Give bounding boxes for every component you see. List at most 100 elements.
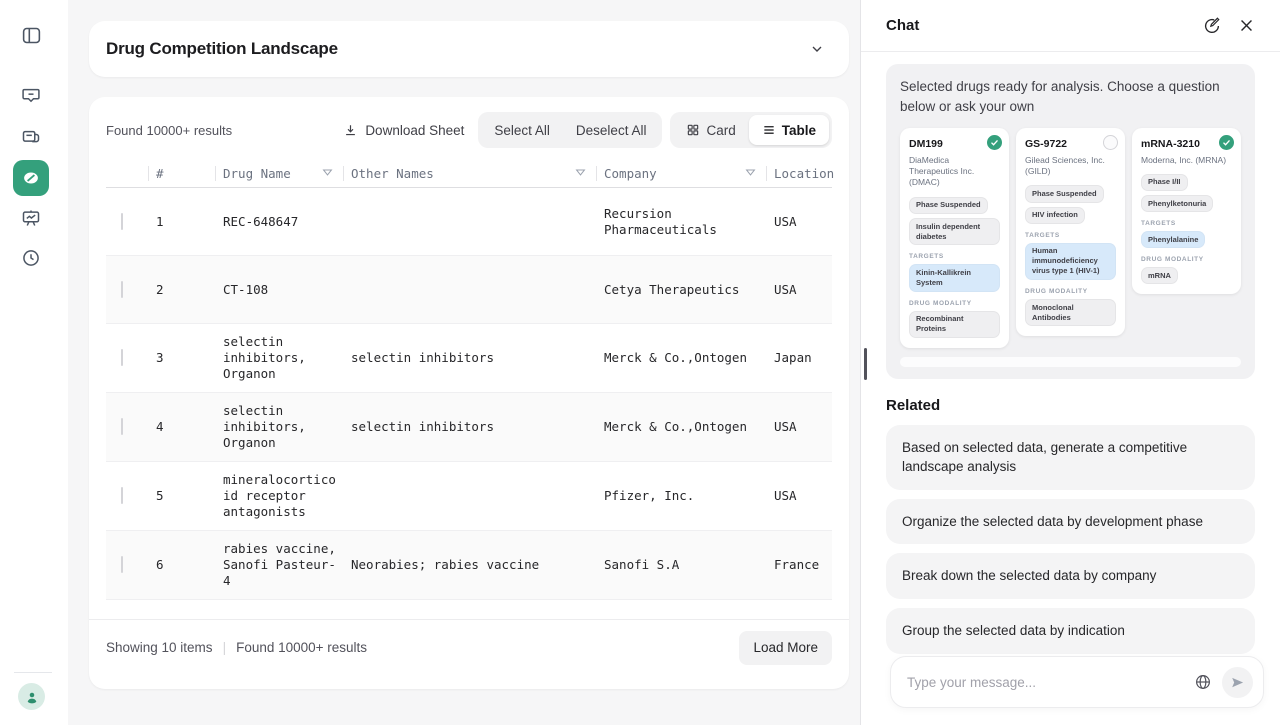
history-nav-button[interactable] bbox=[13, 240, 49, 276]
badge-pill: Recombinant Proteins bbox=[909, 311, 1000, 338]
download-icon bbox=[343, 123, 358, 138]
load-more-button[interactable]: Load More bbox=[739, 631, 832, 665]
send-button[interactable] bbox=[1222, 667, 1253, 698]
row-number-cell: 6 bbox=[148, 547, 215, 583]
drug-card-checkbox[interactable] bbox=[987, 135, 1002, 150]
filter-icon[interactable] bbox=[322, 168, 333, 179]
column-header-location: Location bbox=[766, 160, 832, 187]
suggestions-list: Based on selected data, generate a compe… bbox=[886, 425, 1255, 654]
page-title: Drug Competition Landscape bbox=[106, 39, 338, 59]
other-names-cell bbox=[343, 280, 596, 300]
row-checkbox[interactable] bbox=[121, 349, 123, 366]
table-footer: Showing 10 items | Found 10000+ results … bbox=[89, 619, 849, 689]
showing-count: Showing 10 items bbox=[106, 640, 213, 655]
sidebar-toggle-button[interactable] bbox=[13, 17, 49, 53]
target-pill: Phenylalanine bbox=[1141, 231, 1205, 248]
suggested-question[interactable]: Based on selected data, generate a compe… bbox=[886, 425, 1255, 490]
selection-controls: Select All Deselect All bbox=[478, 112, 662, 148]
table-row: 3 selectin inhibitors, Organon selectin … bbox=[106, 324, 832, 393]
drug-card-targets: Human immunodeficiency virus type 1 (HIV… bbox=[1025, 243, 1116, 280]
drug-card-company: DiaMedica Therapeutics Inc. (DMAC) bbox=[909, 155, 1000, 189]
column-header-number: # bbox=[148, 160, 215, 187]
drug-card-targets: Kinin-Kallikrein System bbox=[909, 264, 1000, 291]
deselect-all-button[interactable]: Deselect All bbox=[563, 115, 660, 145]
other-names-cell: Neorabies; rabies vaccine bbox=[343, 547, 596, 583]
new-chat-icon[interactable] bbox=[1203, 17, 1221, 35]
filter-icon[interactable] bbox=[575, 168, 586, 179]
drug-card[interactable]: mRNA-3210 Moderna, Inc. (MRNA) Phase I/I… bbox=[1132, 128, 1241, 295]
other-names-cell: selectin inhibitors bbox=[343, 340, 596, 376]
drugs-nav-button-active[interactable] bbox=[13, 160, 49, 196]
row-number-cell: 3 bbox=[148, 340, 215, 376]
chat-bubble-icon bbox=[21, 85, 41, 105]
card-view-button[interactable]: Card bbox=[673, 115, 748, 145]
presentation-nav-button[interactable] bbox=[13, 200, 49, 236]
drug-cards-row: DM199 DiaMedica Therapeutics Inc. (DMAC)… bbox=[900, 128, 1241, 348]
table-view-button[interactable]: Table bbox=[749, 115, 829, 145]
location-cell: USA bbox=[766, 478, 832, 514]
user-avatar[interactable] bbox=[18, 683, 45, 710]
row-checkbox[interactable] bbox=[121, 213, 123, 230]
drug-name-cell: selectin inhibitors, Organon bbox=[215, 393, 343, 461]
chat-nav-button[interactable] bbox=[13, 77, 49, 113]
left-sidebar bbox=[0, 0, 68, 725]
drug-name-cell: REC-648647 bbox=[215, 204, 343, 240]
row-number-cell: 2 bbox=[148, 272, 215, 308]
grid-icon bbox=[686, 123, 700, 137]
suggested-question[interactable]: Group the selected data by indication bbox=[886, 608, 1255, 654]
row-checkbox-cell bbox=[106, 204, 148, 240]
chat-message-input[interactable] bbox=[907, 675, 1194, 690]
chat-title: Chat bbox=[886, 17, 919, 34]
company-cell: Sanofi S.A bbox=[596, 547, 766, 583]
badge-pill: Phase Suspended bbox=[1025, 185, 1104, 202]
column-header-other-names: Other Names bbox=[343, 160, 596, 187]
drug-card-checkbox[interactable] bbox=[1219, 135, 1234, 150]
target-pill: Human immunodeficiency virus type 1 (HIV… bbox=[1025, 243, 1116, 280]
drug-card-badges: Phase SuspendedHIV infection bbox=[1025, 185, 1116, 223]
badge-pill: Phase Suspended bbox=[909, 197, 988, 214]
targets-label: TARGETS bbox=[1141, 220, 1232, 227]
news-nav-button[interactable] bbox=[13, 119, 49, 155]
close-icon[interactable] bbox=[1238, 17, 1255, 34]
company-cell: Recursion Pharmaceuticals bbox=[596, 196, 766, 248]
row-checkbox[interactable] bbox=[121, 556, 123, 573]
globe-icon[interactable] bbox=[1194, 673, 1212, 691]
row-checkbox[interactable] bbox=[121, 418, 123, 435]
related-section-title: Related bbox=[886, 397, 1255, 414]
row-checkbox-cell bbox=[106, 478, 148, 514]
table-body: 1 REC-648647 Recursion Pharmaceuticals U… bbox=[106, 188, 832, 600]
location-cell: USA bbox=[766, 204, 832, 240]
collapse-chevron-icon[interactable] bbox=[809, 41, 825, 57]
drug-card[interactable]: GS-9722 Gilead Sciences, Inc. (GILD) Pha… bbox=[1016, 128, 1125, 337]
assistant-message-text: Selected drugs ready for analysis. Choos… bbox=[900, 77, 1241, 118]
modality-label: DRUG MODALITY bbox=[909, 300, 1000, 307]
table-row: 4 selectin inhibitors, Organon selectin … bbox=[106, 393, 832, 462]
presentation-icon bbox=[21, 208, 41, 228]
table-toolbar: Found 10000+ results Download Sheet Sele… bbox=[106, 112, 832, 148]
sidebar-divider bbox=[14, 672, 52, 673]
download-sheet-button[interactable]: Download Sheet bbox=[337, 123, 470, 138]
drug-card-checkbox[interactable] bbox=[1103, 135, 1118, 150]
row-checkbox[interactable] bbox=[121, 281, 123, 298]
drug-card-modality: Recombinant Proteins bbox=[909, 311, 1000, 338]
location-cell: USA bbox=[766, 409, 832, 445]
assistant-message-bubble: Selected drugs ready for analysis. Choos… bbox=[886, 64, 1255, 379]
suggested-question[interactable]: Break down the selected data by company bbox=[886, 553, 1255, 599]
drug-card-badges: Phase I/IIPhenylketonuria bbox=[1141, 174, 1232, 212]
row-checkbox[interactable] bbox=[121, 487, 123, 504]
view-toggle: Card Table bbox=[670, 112, 832, 148]
company-cell: Pfizer, Inc. bbox=[596, 478, 766, 514]
send-icon bbox=[1230, 675, 1245, 690]
select-all-button[interactable]: Select All bbox=[481, 115, 563, 145]
column-header-company: Company bbox=[596, 160, 766, 187]
filter-icon[interactable] bbox=[745, 168, 756, 179]
chat-scrollbar-thumb[interactable] bbox=[864, 348, 867, 380]
drug-cards-scrollbar[interactable] bbox=[900, 357, 1241, 367]
person-icon bbox=[24, 689, 40, 705]
clock-icon bbox=[21, 248, 41, 268]
list-icon bbox=[762, 123, 776, 137]
drug-card[interactable]: DM199 DiaMedica Therapeutics Inc. (DMAC)… bbox=[900, 128, 1009, 348]
suggested-question[interactable]: Organize the selected data by developmen… bbox=[886, 499, 1255, 545]
chat-panel: Chat Selected drugs ready for analysis. … bbox=[860, 0, 1280, 725]
drug-card-targets: Phenylalanine bbox=[1141, 231, 1232, 248]
